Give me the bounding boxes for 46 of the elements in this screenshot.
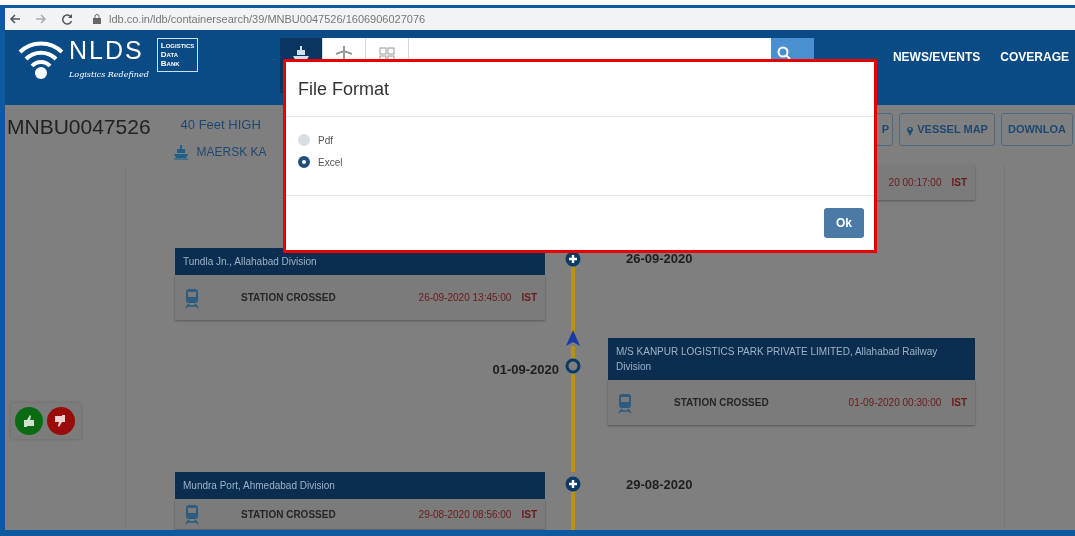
event-time: 20 00:17:00 — [888, 176, 942, 190]
vessel-name: MAERSK KA — [196, 143, 267, 161]
thumbs-down-button-icon[interactable] — [46, 406, 78, 436]
event-date: 01-09-2020 — [491, 361, 559, 379]
pin-icon — [906, 124, 915, 136]
radio-checked[interactable] — [298, 156, 310, 168]
container-number: MNBU0047526 — [6, 114, 151, 140]
plus-marker-icon — [565, 476, 581, 492]
time-zone: IST — [521, 507, 537, 522]
header-button[interactable]: DOWNLOA — [1000, 113, 1073, 146]
ok-button[interactable]: Ok — [824, 208, 864, 238]
dialog-title: File Format — [298, 79, 389, 99]
back-icon[interactable] — [9, 13, 21, 25]
arrow-up-icon — [566, 330, 580, 346]
thumbs-up-button-icon[interactable] — [14, 406, 46, 436]
nav-link[interactable]: NEWS/EVENTS — [892, 48, 981, 66]
logo-tagline: Logistics Redefined — [69, 69, 149, 81]
card-header: Mundra Port, Ahmedabad Division — [175, 472, 545, 499]
train-icon — [616, 391, 634, 414]
time-zone: IST — [951, 176, 967, 190]
nav-link[interactable]: COVERAGE — [1000, 48, 1069, 66]
ship-icon — [172, 143, 189, 160]
time-zone: IST — [951, 396, 967, 410]
option-label: Excel — [318, 155, 343, 170]
event-status: STATION CROSSED — [674, 396, 769, 410]
header-button[interactable]: VESSEL MAP — [899, 113, 995, 146]
circle-marker-icon — [565, 358, 581, 374]
train-icon — [183, 503, 201, 525]
event-time: 26-09-2020 13:45:00 — [418, 291, 512, 305]
event-time: 29-08-2020 08:56:00 — [418, 507, 512, 522]
reload-icon[interactable] — [61, 13, 73, 25]
event-date: 26-09-2020 — [626, 250, 694, 268]
card-header: M/S KANPUR LOGISTICS PARK PRIVATE LIMITED, Allahabad Railway Division — [608, 338, 975, 380]
event-date: 29-08-2020 — [626, 476, 694, 494]
ldb-logo: Logistics Data Bank — [156, 38, 199, 72]
container-type: 40 Feet HIGH — [180, 116, 262, 134]
event-status: STATION CROSSED — [241, 507, 336, 522]
event-time: 01-09-2020 00:30:00 — [848, 396, 942, 410]
event-status: STATION CROSSED — [241, 291, 336, 305]
logo-text: NLDS — [69, 38, 145, 63]
time-zone: IST — [521, 291, 537, 305]
lock-icon — [93, 14, 101, 24]
wifi-logo-icon — [17, 38, 65, 80]
radio-unchecked[interactable] — [298, 134, 310, 146]
train-icon — [183, 286, 201, 309]
option-label: Pdf — [318, 133, 333, 148]
